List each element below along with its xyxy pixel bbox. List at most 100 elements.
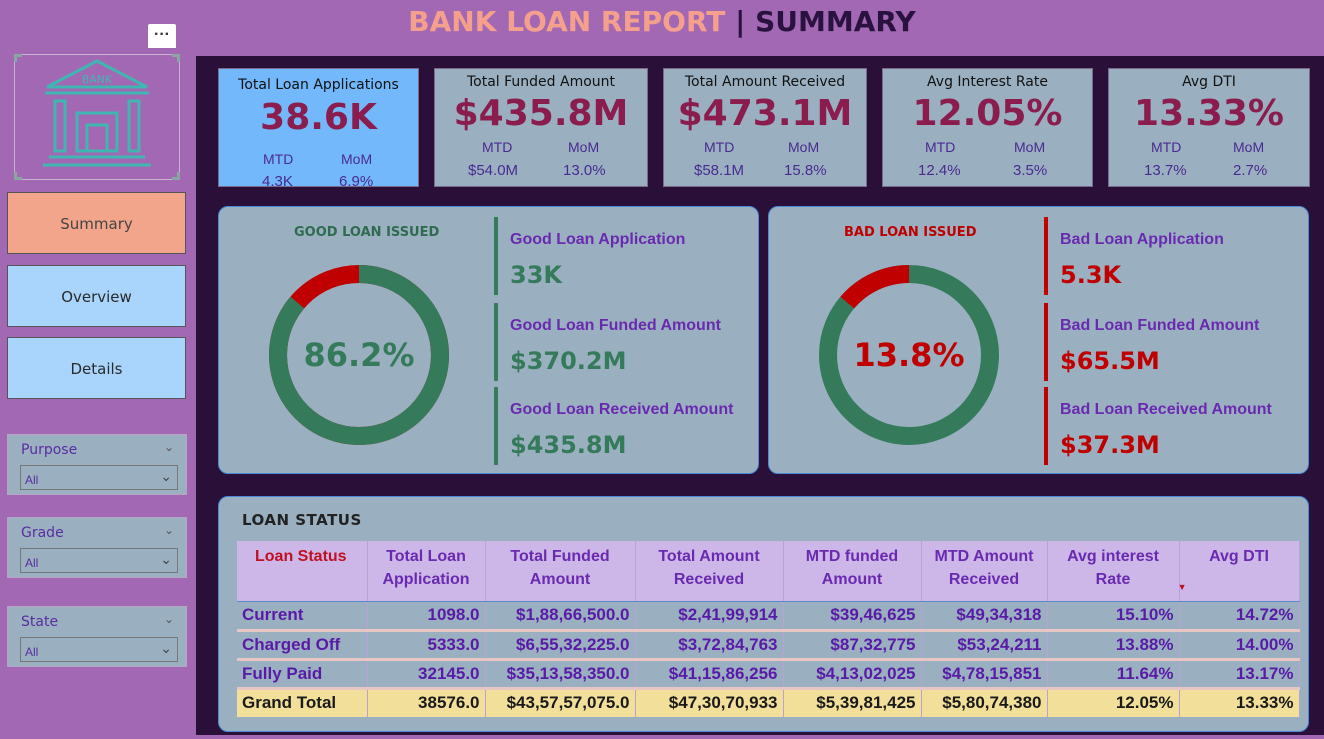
nav-overview-button[interactable]: Overview: [7, 265, 186, 327]
bad-loan-funded-metric: Bad Loan Funded Amount $65.5M: [1044, 303, 1304, 381]
bank-building-icon: BANK: [43, 59, 151, 167]
table-cell: 14.00%: [1179, 630, 1300, 661]
good-loan-application-metric: Good Loan Application 33K: [494, 217, 754, 295]
kpi-value: $473.1M: [677, 93, 853, 134]
purpose-filter: Purpose ⌄ All ⌄: [7, 434, 187, 495]
kpi-label: Avg DTI: [1182, 74, 1236, 90]
metric-value: 33K: [510, 261, 562, 289]
kpi-mom-label: MoM: [788, 139, 820, 155]
loan-status-table: Loan Status Total Loan Application Total …: [237, 541, 1300, 717]
table-cell: Charged Off: [237, 630, 368, 661]
kpi-mtd-value: 12.4%: [918, 162, 961, 179]
table-cell: $1,88,66,500.0: [485, 601, 636, 632]
column-header[interactable]: Loan Status: [237, 541, 368, 602]
table-cell: $4,13,02,025: [783, 659, 922, 690]
metric-label: Bad Loan Received Amount: [1060, 401, 1272, 418]
kpi-label: Total Loan Applications: [238, 77, 399, 93]
column-header[interactable]: Total Loan Application: [367, 541, 486, 602]
chevron-down-icon: ⌄: [160, 468, 172, 484]
table-row[interactable]: Current 1098.0 $1,88,66,500.0 $2,41,99,9…: [237, 601, 1300, 632]
chevron-down-icon[interactable]: ⌄: [164, 440, 174, 454]
kpi-total-amount-received[interactable]: Total Amount Received $473.1M MTD MoM $5…: [663, 68, 867, 187]
metric-label: Good Loan Received Amount: [510, 401, 734, 418]
nav-summary-button[interactable]: Summary: [7, 192, 186, 254]
kpi-mom-label: MoM: [1014, 139, 1046, 155]
kpi-label: Total Funded Amount: [466, 74, 616, 90]
table-cell: $49,34,318: [921, 601, 1048, 632]
bad-loan-panel: BAD LOAN ISSUED 13.8% Bad Loan Applicati…: [768, 206, 1309, 474]
table-cell: $4,78,15,851: [921, 659, 1048, 690]
kpi-value: 12.05%: [912, 93, 1063, 134]
good-loan-panel: GOOD LOAN ISSUED 86.2% Good Loan Applica…: [218, 206, 759, 474]
grade-dropdown[interactable]: All ⌄: [20, 548, 178, 573]
bad-loan-title: BAD LOAN ISSUED: [844, 225, 977, 240]
purpose-filter-label: Purpose: [21, 442, 78, 458]
table-cell: Current: [237, 601, 368, 632]
kpi-mtd-value: $54.0M: [468, 162, 519, 179]
table-cell: 32145.0: [367, 659, 486, 690]
column-header[interactable]: MTD funded Amount: [783, 541, 922, 602]
purpose-dropdown[interactable]: All ⌄: [20, 465, 178, 490]
table-cell: $5,80,74,380: [921, 688, 1048, 717]
purpose-selected-value: All: [25, 473, 39, 487]
kpi-mom-label: MoM: [568, 139, 600, 155]
kpi-avg-interest-rate[interactable]: Avg Interest Rate 12.05% MTD MoM 12.4% 3…: [882, 68, 1093, 187]
metric-value: $435.8M: [510, 431, 627, 459]
bad-loan-received-metric: Bad Loan Received Amount $37.3M: [1044, 387, 1304, 465]
table-cell: $6,55,32,225.0: [485, 630, 636, 661]
table-row[interactable]: Charged Off 5333.0 $6,55,32,225.0 $3,72,…: [237, 630, 1300, 661]
table-cell: $53,24,211: [921, 630, 1048, 661]
bank-logo: BANK: [14, 54, 180, 180]
title-secondary: SUMMARY: [755, 5, 916, 38]
kpi-mtd-value: 4.3K: [262, 173, 293, 190]
kpi-mom-label: MoM: [1233, 139, 1265, 155]
kpi-total-funded-amount[interactable]: Total Funded Amount $435.8M MTD MoM $54.…: [434, 68, 648, 187]
state-filter: State ⌄ All ⌄: [7, 606, 187, 667]
bad-loan-percent: 13.8%: [853, 336, 965, 374]
kpi-mom-value: 6.9%: [339, 173, 374, 190]
table-row[interactable]: Fully Paid 32145.0 $35,13,58,350.0 $41,1…: [237, 659, 1300, 690]
state-dropdown[interactable]: All ⌄: [20, 637, 178, 662]
grade-filter: Grade ⌄ All ⌄: [7, 517, 187, 578]
good-loan-funded-metric: Good Loan Funded Amount $370.2M: [494, 303, 754, 381]
more-options-button[interactable]: ···: [148, 24, 176, 51]
metric-label: Bad Loan Application: [1060, 231, 1224, 248]
nav-details-button[interactable]: Details: [7, 337, 186, 399]
kpi-mtd-label: MTD: [263, 151, 294, 167]
table-cell: 12.05%: [1047, 688, 1180, 717]
kpi-mtd-label: MTD: [925, 139, 956, 155]
logo-text: BANK: [82, 73, 113, 86]
table-cell: $47,30,70,933: [635, 688, 784, 717]
table-cell: 15.10%: [1047, 601, 1180, 632]
chevron-down-icon[interactable]: ⌄: [164, 612, 174, 626]
table-cell: 1098.0: [367, 601, 486, 632]
kpi-total-loan-applications[interactable]: Total Loan Applications 38.6K MTD MoM 4.…: [218, 68, 419, 190]
table-cell: $3,72,84,763: [635, 630, 784, 661]
kpi-mtd-value: 13.7%: [1144, 162, 1187, 179]
kpi-mtd-value: $58.1M: [694, 162, 745, 179]
column-header[interactable]: MTD Amount Received: [921, 541, 1048, 602]
loan-status-title: LOAN STATUS: [242, 511, 362, 529]
state-selected-value: All: [25, 645, 39, 659]
sort-descending-icon[interactable]: ▼: [1178, 576, 1187, 599]
column-header[interactable]: Total Funded Amount: [485, 541, 636, 602]
kpi-value: $435.8M: [453, 93, 629, 134]
column-header[interactable]: Avg interest Rate ▼: [1047, 541, 1187, 602]
column-header[interactable]: Avg DTI: [1179, 541, 1300, 602]
state-filter-label: State: [21, 614, 59, 630]
grand-total-row[interactable]: Grand Total 38576.0 $43,57,57,075.0 $47,…: [237, 688, 1300, 717]
kpi-avg-dti[interactable]: Avg DTI 13.33% MTD MoM 13.7% 2.7%: [1108, 68, 1310, 187]
kpi-label: Total Amount Received: [684, 74, 846, 90]
chevron-down-icon[interactable]: ⌄: [164, 523, 174, 537]
table-header-row: Loan Status Total Loan Application Total …: [237, 541, 1300, 602]
bad-loan-application-metric: Bad Loan Application 5.3K: [1044, 217, 1304, 295]
table-cell: Fully Paid: [237, 659, 368, 690]
column-header[interactable]: Total Amount Received: [635, 541, 784, 602]
grade-filter-label: Grade: [21, 525, 64, 541]
good-loan-title: GOOD LOAN ISSUED: [294, 225, 440, 240]
metric-label: Bad Loan Funded Amount: [1060, 317, 1260, 334]
title-separator: |: [735, 5, 746, 38]
good-loan-received-metric: Good Loan Received Amount $435.8M: [494, 387, 754, 465]
metric-value: $65.5M: [1060, 347, 1160, 375]
metric-value: 5.3K: [1060, 261, 1122, 289]
